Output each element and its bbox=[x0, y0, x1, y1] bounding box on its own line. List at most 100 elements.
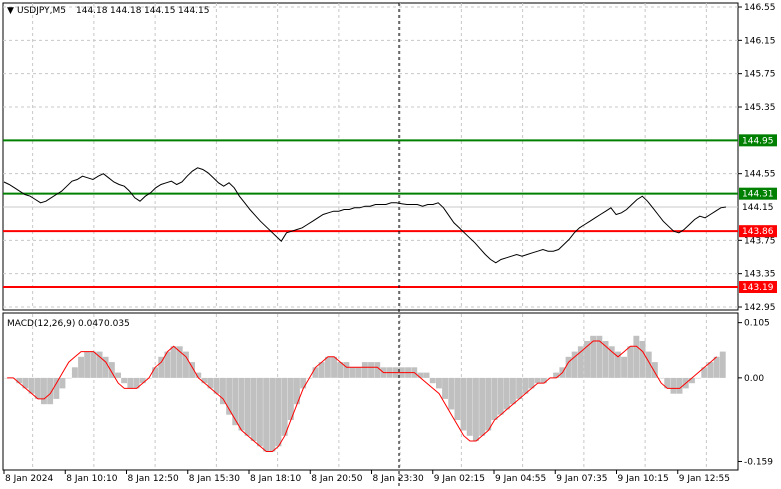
macd-bar bbox=[627, 346, 634, 378]
macd-tick-label: 0.105 bbox=[744, 319, 770, 329]
macd-bar bbox=[713, 356, 720, 378]
macd-bar bbox=[577, 346, 584, 378]
macd-bar bbox=[232, 377, 239, 426]
price-panel-frame bbox=[2, 2, 739, 311]
time-tick-label: 8 Jan 15:30 bbox=[189, 474, 241, 484]
macd-bar bbox=[534, 377, 541, 384]
macd-bar bbox=[331, 356, 337, 378]
macd-bar bbox=[491, 377, 498, 420]
macd-bar bbox=[368, 362, 374, 378]
price-tick-label: 145.35 bbox=[744, 103, 776, 113]
current-price-label: 144.15 bbox=[742, 203, 774, 213]
macd-bar bbox=[460, 377, 467, 431]
level-tag-label: 143.86 bbox=[742, 227, 774, 237]
price-tick-label: 144.55 bbox=[744, 170, 776, 180]
ohlc-close: 144.15 bbox=[178, 6, 210, 16]
macd-bar bbox=[78, 356, 84, 378]
price-tick-label: 146.15 bbox=[744, 36, 776, 46]
time-tick-label: 8 Jan 18:10 bbox=[250, 474, 302, 484]
time-axis: 8 Jan 2024 8 Jan 10:10 8 Jan 12:50 8 Jan 15… bbox=[3, 470, 730, 484]
macd-bar bbox=[479, 377, 486, 436]
macd-bar bbox=[429, 377, 436, 384]
macd-bar bbox=[540, 377, 547, 384]
macd-bar bbox=[312, 367, 319, 378]
macd-label: MACD(12,26,9) bbox=[7, 319, 75, 329]
macd-bar bbox=[503, 377, 510, 410]
macd-bar bbox=[436, 377, 442, 389]
macd-bar bbox=[442, 377, 448, 399]
chart-window: 146.55146.15145.75145.35144.55143.75143.… bbox=[2, 2, 777, 488]
macd-bar bbox=[59, 377, 66, 389]
level-tag-label: 144.31 bbox=[742, 190, 774, 200]
macd-bar bbox=[719, 351, 726, 378]
macd-bar bbox=[220, 377, 226, 405]
macd-bar bbox=[324, 356, 331, 378]
ohlc-open: 144.18 bbox=[76, 6, 108, 16]
macd-bar bbox=[139, 377, 146, 384]
macd-bar bbox=[355, 367, 362, 378]
time-tick-label: 9 Jan 02:15 bbox=[434, 474, 485, 484]
macd-bar bbox=[349, 367, 356, 378]
macd-bar bbox=[250, 377, 257, 441]
macd-bar bbox=[115, 372, 121, 378]
macd-bar bbox=[300, 377, 307, 389]
macd-bar bbox=[633, 335, 640, 378]
price-tick-label: 143.75 bbox=[744, 236, 776, 246]
macd-bar bbox=[485, 377, 492, 431]
macd-bar bbox=[473, 377, 479, 441]
macd-bar bbox=[90, 351, 97, 378]
macd-bar bbox=[121, 377, 128, 384]
macd-bar bbox=[244, 377, 251, 436]
macd-bar bbox=[343, 362, 350, 378]
macd-bar bbox=[84, 351, 91, 378]
price-tick-label: 143.35 bbox=[744, 270, 776, 280]
macd-bar bbox=[127, 377, 134, 389]
macd-bar bbox=[257, 377, 263, 447]
macd-tick-label: -0.159 bbox=[744, 457, 773, 467]
macd-bar bbox=[281, 377, 288, 436]
ohlc-high: 144.18 bbox=[110, 6, 142, 16]
macd-bar bbox=[337, 362, 344, 378]
time-tick-label: 8 Jan 20:50 bbox=[311, 474, 363, 484]
macd-bar bbox=[71, 367, 78, 378]
macd-axis: 0.105 0.00 -0.159 bbox=[738, 319, 773, 467]
macd-bar bbox=[238, 377, 245, 431]
time-tick-label: 8 Jan 10:10 bbox=[66, 474, 118, 484]
collapse-arrow-icon[interactable]: ▼ bbox=[7, 6, 14, 16]
macd-bar bbox=[41, 377, 47, 405]
macd-bar bbox=[361, 362, 368, 378]
price-tick-label: 145.75 bbox=[744, 70, 776, 80]
macd-bar bbox=[689, 377, 695, 384]
macd-bar bbox=[53, 377, 60, 399]
macd-bar bbox=[639, 341, 646, 378]
macd-bar bbox=[676, 377, 683, 394]
time-tick-label: 9 Jan 04:55 bbox=[495, 474, 546, 484]
time-tick-label: 8 Jan 2024 bbox=[5, 474, 53, 484]
macd-bar bbox=[448, 377, 455, 410]
macd-bar bbox=[158, 356, 165, 378]
macd-bar bbox=[497, 377, 504, 415]
macd-bar bbox=[553, 372, 560, 378]
time-tick-label: 9 Jan 07:35 bbox=[556, 474, 607, 484]
macd-bar bbox=[275, 377, 282, 447]
macd-bar bbox=[417, 372, 424, 378]
time-tick-label: 9 Jan 10:15 bbox=[618, 474, 669, 484]
price-axis: 146.55146.15145.75145.35144.55143.75143.… bbox=[738, 3, 776, 313]
macd-bar bbox=[263, 377, 270, 452]
ohlc-low: 144.15 bbox=[144, 6, 176, 16]
macd-bar bbox=[34, 377, 41, 399]
macd-tick-label: 0.00 bbox=[744, 374, 764, 384]
macd-bar bbox=[374, 362, 381, 378]
macd-signal-value: 0.035 bbox=[104, 319, 130, 329]
level-tag-label: 143.19 bbox=[742, 283, 774, 293]
symbol-timeframe: USDJPY,M5 bbox=[17, 6, 66, 16]
macd-bar bbox=[65, 377, 72, 379]
macd-bar bbox=[621, 356, 627, 378]
macd-panel-frame bbox=[2, 312, 739, 471]
time-tick-label: 8 Jan 23:30 bbox=[373, 474, 425, 484]
time-tick-label: 8 Jan 12:50 bbox=[128, 474, 180, 484]
macd-bar bbox=[510, 377, 516, 405]
price-tick-label: 146.55 bbox=[744, 3, 776, 13]
level-tag-label: 144.95 bbox=[742, 136, 774, 146]
macd-bar bbox=[670, 377, 677, 394]
